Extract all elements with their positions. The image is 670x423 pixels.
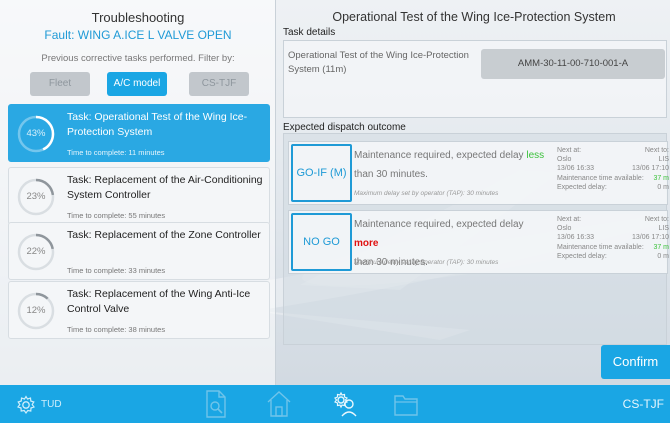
outcome-emphasis-more: more — [354, 238, 379, 249]
maintenance-time-value: 37 m — [653, 174, 669, 182]
next-to-label: Next to: — [644, 147, 669, 154]
task-time: Time to complete: 38 minutes — [67, 325, 166, 334]
next-to-time: 13/06 17:10 — [632, 165, 669, 173]
filter-fleet-button[interactable]: Fleet — [30, 72, 90, 96]
next-to-time: 13/06 17:10 — [632, 234, 669, 242]
amm-reference: AMM-30-11-00-710-001-A — [481, 49, 665, 79]
task-details-text: Operational Test of the Wing Ice-Protect… — [288, 50, 469, 75]
task-time: Time to complete: 55 minutes — [67, 211, 166, 220]
expected-delay-value: 0 m — [657, 252, 669, 260]
task-item-zone-controller[interactable]: 22% Task: Replacement of the Zone Contro… — [8, 222, 270, 280]
folder-icon[interactable] — [393, 391, 419, 417]
next-at-label: Next at: — [557, 216, 582, 223]
settings-icon[interactable] — [16, 395, 36, 415]
task-percent: 43% — [26, 128, 46, 139]
flight-info: Next at: Next to: Oslo LIS 13/06 16:33 13/0… — [557, 215, 669, 261]
expected-delay-value: 0 m — [657, 183, 669, 191]
outcome-no-go[interactable]: NO GO Maintenance required, expected del… — [288, 210, 669, 274]
task-percent: 12% — [26, 305, 46, 316]
aircraft-registration: CS-TJF — [622, 397, 664, 411]
outcome-text-before: Maintenance required, expected delay — [354, 150, 527, 161]
task-title: Task: Replacement of the Zone Controller — [67, 229, 261, 241]
task-page-title: Operational Test of the Wing Ice-Protect… — [332, 10, 616, 24]
dispatch-outcome-area: GO-IF (M) Maintenance required, expected… — [283, 133, 669, 345]
outcome-text-after: than 30 minutes. — [354, 169, 428, 180]
task-time: Time to complete: 33 minutes — [67, 266, 166, 275]
filter-cs-tjf-button[interactable]: CS-TJF — [189, 72, 249, 96]
bottom-toolbar: TUD CS-TJF — [0, 385, 670, 423]
next-at-label: Next at: — [557, 147, 582, 154]
troubleshooting-title: Troubleshooting — [91, 10, 185, 25]
task-title: Task: Operational Test of the Wing Ice-P… — [67, 111, 248, 138]
next-to-label: Next to: — [644, 216, 669, 223]
task-percent: 23% — [26, 191, 46, 202]
task-details-box: Operational Test of the Wing Ice-Protect… — [283, 40, 667, 118]
task-title: Task: Replacement of the Air-Conditionin… — [67, 174, 263, 201]
expected-delay-label: Expected delay: — [557, 252, 607, 260]
fault-line: Fault: WING A.ICE L VALVE OPEN — [0, 28, 276, 42]
filter-instructions: Previous corrective tasks performed. Fil… — [41, 53, 235, 64]
fault-prefix: Fault: — [44, 28, 75, 42]
task-item-wing-ice-protection-test[interactable]: 43% Task: Operational Test of the Wing I… — [8, 104, 270, 162]
go-if-badge: GO-IF (M) — [291, 144, 352, 202]
task-percent: 22% — [26, 246, 46, 257]
home-icon[interactable] — [266, 390, 292, 418]
confirm-button[interactable]: Confirm — [601, 345, 670, 379]
outcome-emphasis-less: less — [526, 150, 545, 161]
outcome-text-before: Maintenance required, expected delay — [354, 219, 524, 230]
technician-icon[interactable] — [331, 390, 359, 418]
no-go-badge: NO GO — [291, 213, 352, 271]
next-at-time: 13/06 16:33 — [557, 234, 594, 242]
task-item-ac-system-controller[interactable]: 23% Task: Replacement of the Air-Conditi… — [8, 167, 270, 225]
next-to-city: LIS — [658, 156, 669, 164]
expected-delay-label: Expected delay: — [557, 183, 607, 191]
dispatch-outcome-label: Expected dispatch outcome — [283, 122, 406, 133]
maintenance-time-label: Maintenance time available: — [557, 174, 644, 182]
outcome-go-if[interactable]: GO-IF (M) Maintenance required, expected… — [288, 141, 669, 205]
maintenance-time-label: Maintenance time available: — [557, 243, 644, 251]
next-at-city: Oslo — [557, 225, 572, 233]
next-at-city: Oslo — [557, 156, 572, 164]
filter-ac-model-button[interactable]: A/C model — [107, 72, 167, 96]
troubleshooting-panel: Troubleshooting Fault: WING A.ICE L VALV… — [0, 0, 276, 385]
user-code: TUD — [41, 399, 62, 410]
task-details-label: Task details — [283, 27, 336, 38]
fault-code: WING A.ICE L VALVE OPEN — [77, 28, 232, 42]
max-delay-note: Maximum delay set by operator (TAP): 30 … — [354, 259, 499, 266]
max-delay-note: Maximum delay set by operator (TAP): 30 … — [354, 190, 499, 197]
next-to-city: LIS — [658, 225, 669, 233]
flight-info: Next at: Next to: Oslo LIS 13/06 16:33 13/0… — [557, 146, 669, 192]
task-time: Time to complete: 11 minutes — [67, 148, 165, 157]
task-item-wing-anti-ice-valve[interactable]: 12% Task: Replacement of the Wing Anti-I… — [8, 281, 270, 339]
task-title: Task: Replacement of the Wing Anti-Ice C… — [67, 288, 251, 315]
maintenance-time-value: 37 m — [653, 243, 669, 251]
next-at-time: 13/06 16:33 — [557, 165, 594, 173]
outcome-description: Maintenance required, expected delay les… — [354, 146, 549, 184]
document-search-icon[interactable] — [205, 390, 227, 418]
